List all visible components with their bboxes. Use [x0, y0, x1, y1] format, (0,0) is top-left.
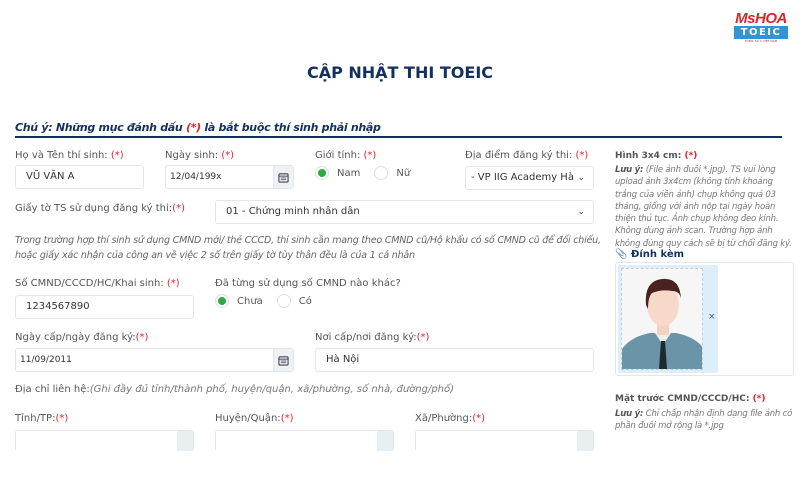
exam-location-label: Địa điểm đăng ký thi: (*)	[465, 150, 589, 161]
portrait-image	[621, 268, 703, 370]
exam-location-select[interactable]: - VP IIG Academy Hà ⌄	[465, 166, 594, 190]
other-id-option-no-label[interactable]: Chưa	[237, 296, 263, 307]
paperclip-icon: 📎	[615, 249, 628, 260]
other-id-radio-group: Chưa Có	[215, 294, 326, 308]
district-select[interactable]	[215, 430, 394, 451]
notice-prefix: Chú ý: Những mục đánh dấu	[15, 121, 186, 134]
ward-select[interactable]	[415, 430, 594, 451]
logo-text-mid: TOEIC	[734, 26, 788, 39]
issue-date-label: Ngày cấp/ngày đăng ký:(*)	[15, 332, 149, 343]
province-label: Tỉnh/TP:(*)	[15, 413, 69, 424]
gender-radio-male[interactable]	[315, 166, 329, 180]
full-name-label: Họ và Tên thí sinh: (*)	[15, 150, 124, 161]
issue-place-label: Nơi cấp/nơi đăng ký:(*)	[315, 332, 430, 343]
other-id-label: Đã từng sử dụng số CMND nào khác?	[215, 278, 401, 289]
dob-value: 12/04/199x	[170, 172, 222, 182]
gender-radio-female[interactable]	[374, 166, 389, 180]
id-document-hint: Trong trường hợp thí sinh sử dụng CMND m…	[15, 235, 601, 261]
dob-input[interactable]: 12/04/199x	[165, 165, 294, 189]
dob-label: Ngày sinh: (*)	[165, 150, 235, 161]
id-document-value: 01 - Chứng minh nhân dân	[226, 206, 360, 217]
chevron-down-icon: ⌄	[577, 173, 585, 183]
remove-photo-icon[interactable]: ×	[708, 312, 716, 322]
issue-place-input[interactable]: Hà Nội	[315, 348, 594, 372]
gender-radio-group: Nam Nữ	[315, 166, 424, 180]
gender-option-female-label[interactable]: Nữ	[396, 168, 410, 179]
chevron-down-icon: ⌄	[577, 207, 585, 217]
notice-suffix: là bắt buộc thí sinh phải nhập	[200, 121, 381, 134]
notice-divider	[15, 136, 782, 138]
other-id-radio-no[interactable]	[215, 294, 229, 308]
photo-title: Hình 3x4 cm: (*)	[615, 151, 698, 161]
province-select[interactable]	[15, 430, 194, 451]
province-dropdown-button[interactable]	[177, 431, 193, 451]
issue-date-input[interactable]: 11/09/2011	[15, 348, 294, 372]
gender-option-male-label[interactable]: Nam	[337, 168, 360, 179]
full-name-input[interactable]: VŨ VĂN A	[15, 165, 144, 189]
attach-link[interactable]: 📎 Đính kèm	[615, 249, 684, 260]
issue-date-value: 11/09/2011	[20, 355, 72, 365]
required-mark: (*)	[185, 121, 201, 134]
id-front-title: Mặt trước CMND/CCCD/HC: (*)	[615, 394, 766, 404]
id-front-note: Lưu ý: Chỉ chấp nhận định dạng file ảnh …	[615, 409, 793, 432]
id-number-label: Số CMND/CCCD/HC/Khai sinh: (*)	[15, 278, 180, 289]
photo-note: Lưu ý: (File ảnh đuôi *.jpg). TS vui lòn…	[615, 165, 792, 249]
gender-label: Giới tính: (*)	[315, 150, 377, 161]
photo-upload-box[interactable]: ×	[615, 262, 794, 376]
ward-label: Xã/Phường:(*)	[415, 413, 486, 424]
logo-tagline: TOEIC SỐ 1 VIỆT NAM	[744, 39, 778, 43]
calendar-icon[interactable]	[273, 166, 293, 188]
exam-location-value: - VP IIG Academy Hà	[471, 172, 574, 183]
district-dropdown-button[interactable]	[377, 431, 393, 451]
photo-thumbnail: ×	[618, 265, 718, 373]
id-document-select[interactable]: 01 - Chứng minh nhân dân ⌄	[215, 200, 594, 224]
other-id-option-yes-label[interactable]: Có	[299, 296, 312, 307]
address-hint: (Ghi đầy đủ tỉnh/thành phố, huyện/quận, …	[89, 384, 455, 395]
required-notice: Chú ý: Những mục đánh dấu (*) là bắt buộ…	[15, 121, 381, 134]
brand-logo: MsHOA TOEIC TOEIC SỐ 1 VIỆT NAM	[731, 11, 791, 47]
logo-text-top: MsHOA	[735, 10, 787, 27]
id-number-input[interactable]: 1234567890	[15, 295, 194, 319]
district-label: Huyện/Quận:(*)	[215, 413, 294, 424]
ward-dropdown-button[interactable]	[577, 431, 593, 451]
calendar-icon[interactable]	[273, 349, 293, 371]
page-title: CẬP NHẬT THI TOEIC	[306, 63, 494, 82]
address-label: Địa chỉ liên hệ:(Ghi đầy đủ tỉnh/thành p…	[15, 384, 455, 395]
other-id-radio-yes[interactable]	[276, 294, 291, 308]
id-document-label: Giấy tờ TS sử dụng đăng ký thi:(*)	[15, 203, 185, 214]
